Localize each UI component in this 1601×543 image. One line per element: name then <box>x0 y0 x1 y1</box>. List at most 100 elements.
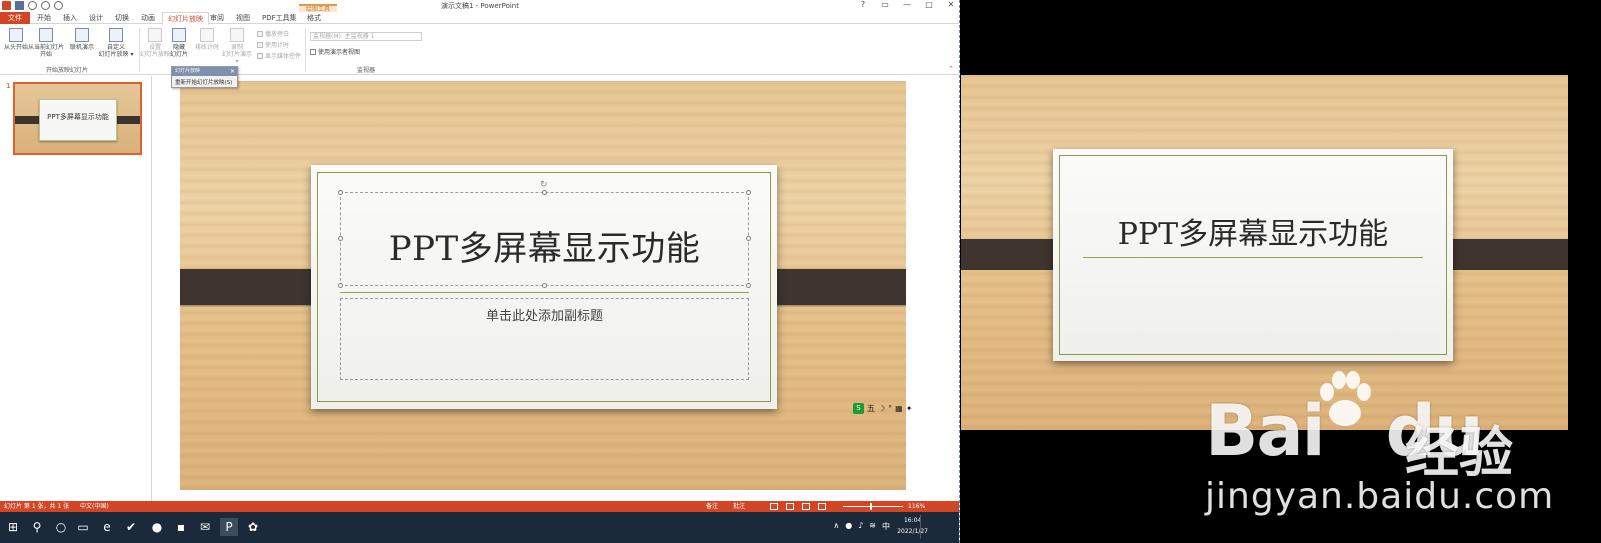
taskbar: ⊞ ⚲ ○ ▭ e ✔ ● ▪ ✉ P ✿ ∧ ● ♪ ≋ 中 16:04 20… <box>0 512 959 543</box>
group-separator <box>305 28 306 72</box>
slideshow-view-icon[interactable] <box>818 503 826 510</box>
thumbnail-number: 1 <box>6 82 11 90</box>
task-view-icon[interactable]: ▭ <box>74 518 92 536</box>
left-band <box>180 269 328 305</box>
ime-icon[interactable]: 中 <box>882 521 890 532</box>
slide-edit-area: ↻ PPT多屏幕显示功能 单击此处添加副标题 <box>153 76 940 501</box>
notification-icon[interactable] <box>920 515 932 539</box>
zoom-percent[interactable]: 116% <box>908 501 925 512</box>
show-media-controls-checkbox[interactable]: 显示媒体控件 <box>257 51 301 60</box>
ime-punct-icon[interactable]: ° <box>888 404 892 413</box>
custom-slideshow-button[interactable]: 自定义 幻灯片放映 ▾ <box>96 28 136 58</box>
zoom-knob[interactable] <box>870 503 872 510</box>
ime-moon-icon[interactable]: ☽ <box>878 404 885 413</box>
monitor-select[interactable]: 监视器(M): 主监视器 1 <box>310 32 422 41</box>
slide-title[interactable]: PPT多屏幕显示功能 <box>340 221 749 270</box>
tab-view[interactable]: 视图 <box>231 12 255 24</box>
ime-tools-icon[interactable]: ✦ <box>906 404 913 413</box>
ie-icon[interactable]: ● <box>148 518 166 536</box>
reading-view-icon[interactable] <box>802 503 810 510</box>
ime-keyboard-icon[interactable]: ▦ <box>895 404 903 413</box>
online-icon <box>75 28 89 42</box>
resize-handle[interactable] <box>542 190 547 195</box>
rehearse-timings-button[interactable]: 排练计时 <box>193 28 221 51</box>
wechat-icon[interactable]: ● <box>845 521 852 532</box>
resize-handle[interactable] <box>746 190 751 195</box>
play-narrations-checkbox[interactable]: 播放旁白 <box>257 29 289 38</box>
resize-handle[interactable] <box>338 283 343 288</box>
slide-thumbnail[interactable]: PPT多屏幕显示功能 <box>13 82 142 155</box>
presentation-title: PPT多屏幕显示功能 <box>1117 217 1389 252</box>
title-card: ↻ PPT多屏幕显示功能 单击此处添加副标题 <box>311 165 777 409</box>
rotate-handle-icon[interactable]: ↻ <box>540 180 548 190</box>
cortana-icon[interactable]: ○ <box>52 518 70 536</box>
tab-slideshow[interactable]: 幻灯片放映 <box>162 12 209 25</box>
title-bar: 演示文稿1 - PowerPoint ? ▭ — □ ✕ <box>0 0 959 12</box>
group-label-monitor: 监视器 <box>357 67 376 74</box>
use-timings-checkbox[interactable]: 使用计时 <box>257 40 289 49</box>
search-icon[interactable]: ⚲ <box>28 518 46 536</box>
help-icon[interactable]: ? <box>858 0 868 9</box>
app-icon[interactable]: ✔ <box>122 518 140 536</box>
ime-mode-icon[interactable]: 五 <box>867 403 875 414</box>
play-current-icon <box>39 28 53 42</box>
tab-format[interactable]: 格式 <box>302 12 326 24</box>
thumbnail-title: PPT多屏幕显示功能 <box>47 113 109 121</box>
powerpoint-icon[interactable]: P <box>220 518 238 536</box>
tab-pdf[interactable]: PDF工具集 <box>257 12 302 24</box>
wechat-icon[interactable]: ✉ <box>196 518 214 536</box>
start-icon[interactable]: ⊞ <box>4 518 22 536</box>
normal-view-icon[interactable] <box>770 503 778 510</box>
thumbnail-card: PPT多屏幕显示功能 <box>39 99 117 141</box>
edge-icon[interactable]: e <box>98 518 116 536</box>
close-icon[interactable]: ✕ <box>946 0 956 9</box>
record-icon <box>230 28 244 42</box>
resize-handle[interactable] <box>338 190 343 195</box>
sorter-view-icon[interactable] <box>786 503 794 510</box>
restart-slideshow-item[interactable]: 重新开始幻灯片放映(S) <box>172 76 237 88</box>
right-band <box>1441 239 1568 270</box>
tab-review[interactable]: 审阅 <box>205 12 229 24</box>
language-status[interactable]: 中文(中国) <box>80 501 109 512</box>
presenter-view-checkbox[interactable]: 使用演示者视图 <box>310 47 360 56</box>
presentation-slide[interactable]: PPT多屏幕显示功能 <box>961 75 1568 430</box>
hide-slide-button[interactable]: 隐藏 幻灯片 <box>166 28 192 58</box>
resize-handle[interactable] <box>542 283 547 288</box>
volume-icon[interactable]: ♪ <box>858 521 863 532</box>
title-rule <box>1083 257 1423 258</box>
sogou-ime-icon[interactable]: S <box>853 403 864 414</box>
tab-animations[interactable]: 动画 <box>136 12 160 24</box>
maximize-icon[interactable]: □ <box>924 0 934 9</box>
close-icon[interactable]: ✕ <box>230 67 235 76</box>
ribbon-display-icon[interactable]: ▭ <box>880 0 890 9</box>
notes-button[interactable]: 备注 <box>706 501 718 512</box>
tab-home[interactable]: 开始 <box>32 12 56 24</box>
resize-handle[interactable] <box>746 283 751 288</box>
network-icon[interactable]: ≋ <box>869 521 876 532</box>
card-frame <box>1059 155 1447 355</box>
subtitle-text[interactable]: 单击此处添加副标题 <box>340 305 749 324</box>
chevron-up-icon[interactable]: ∧ <box>833 521 839 532</box>
view-buttons <box>770 503 826 510</box>
powerpoint-window: 演示文稿1 - PowerPoint ? ▭ — □ ✕ 绘图工具 文件 开始 … <box>0 0 960 543</box>
slide-canvas[interactable]: ↻ PPT多屏幕显示功能 单击此处添加副标题 <box>180 81 906 490</box>
tab-insert[interactable]: 插入 <box>58 12 82 24</box>
ribbon-tabs: 文件 开始 插入 设计 切换 动画 幻灯片放映 审阅 视图 PDF工具集 格式 … <box>0 12 959 34</box>
slideshow-floating-toolbar: 幻灯片放映 ✕ 重新开始幻灯片放映(S) <box>171 66 238 88</box>
minimize-icon[interactable]: — <box>902 0 912 9</box>
from-beginning-button[interactable]: 从头开始 <box>3 28 29 51</box>
app-icon[interactable]: ▪ <box>172 518 190 536</box>
zoom-slider[interactable] <box>843 506 903 507</box>
app-icon[interactable]: ✿ <box>244 518 262 536</box>
tab-file[interactable]: 文件 <box>0 12 30 24</box>
tab-design[interactable]: 设计 <box>84 12 108 24</box>
hide-slide-icon <box>172 28 186 42</box>
from-current-button[interactable]: 从当前幻灯片 开始 <box>28 28 64 58</box>
system-tray: ∧ ● ♪ ≋ 中 <box>833 521 890 532</box>
tab-transitions[interactable]: 切换 <box>110 12 134 24</box>
collapse-ribbon-icon[interactable]: ⌃ <box>948 65 954 73</box>
online-present-button[interactable]: 联机演示 <box>68 28 96 51</box>
comments-button[interactable]: 批注 <box>733 501 745 512</box>
timer-icon <box>200 28 214 42</box>
record-slideshow-button[interactable]: 录制 幻灯片演示 ▾ <box>221 28 253 65</box>
